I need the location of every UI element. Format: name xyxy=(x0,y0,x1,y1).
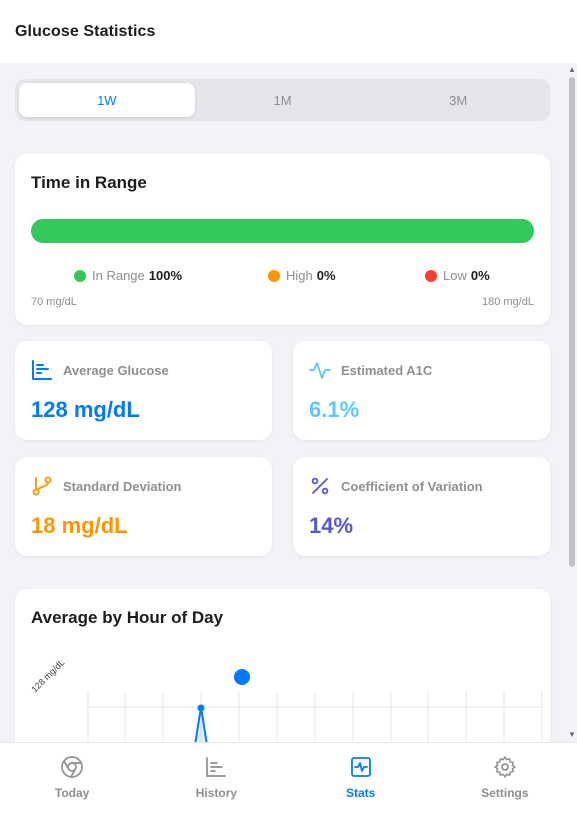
stat-card-estimated-a1c: Estimated A1C 6.1% xyxy=(293,341,550,440)
period-option-1w[interactable]: 1W xyxy=(19,83,195,117)
legend-in-range-label: In Range xyxy=(92,268,145,283)
stat-head: Standard Deviation xyxy=(31,475,181,497)
hourly-average-chart: 128 mg/dL xyxy=(29,657,543,742)
stats-content[interactable]: 1W 1M 3M Time in Range In Range 100% Hig… xyxy=(0,63,567,742)
page-title: Glucose Statistics xyxy=(15,22,156,40)
period-option-1m[interactable]: 1M xyxy=(195,83,371,117)
tab-label: Settings xyxy=(481,786,529,800)
legend-low: Low 0% xyxy=(425,268,490,283)
selected-point-marker[interactable] xyxy=(234,669,250,685)
time-in-range-card: Time in Range In Range 100% High 0% Low … xyxy=(15,154,550,325)
tab-bar: Today History Stats Settings xyxy=(0,742,577,827)
scrollbar[interactable]: ▲ ▼ xyxy=(567,63,577,742)
stat-card-standard-deviation: Standard Deviation 18 mg/dL xyxy=(15,457,272,556)
pulse-icon xyxy=(309,362,331,379)
legend-low-value: 0% xyxy=(470,268,490,283)
tab-history[interactable]: History xyxy=(144,743,288,827)
stat-head: Estimated A1C xyxy=(309,359,432,381)
tab-label: History xyxy=(195,786,238,800)
scroll-up-icon[interactable]: ▲ xyxy=(568,66,576,74)
legend-high-value: 0% xyxy=(316,268,336,283)
period-option-3m[interactable]: 3M xyxy=(370,83,546,117)
in-range-dot-icon xyxy=(74,269,86,282)
stat-value: 18 mg/dL xyxy=(31,513,128,538)
stat-label: Coefficient of Variation xyxy=(341,478,483,494)
tab-stats[interactable]: Stats xyxy=(289,743,433,827)
legend-in-range-value: 100% xyxy=(148,268,183,283)
history-chart-icon xyxy=(206,757,227,777)
period-selector: 1W 1M 3M xyxy=(15,79,550,121)
data-point xyxy=(197,704,205,712)
time-in-range-bar xyxy=(31,219,534,243)
high-dot-icon xyxy=(268,269,280,282)
percent-icon xyxy=(311,477,329,495)
legend-high: High 0% xyxy=(268,268,336,283)
app-header: Glucose Statistics xyxy=(0,0,577,63)
stat-card-coefficient-of-variation: Coefficient of Variation 14% xyxy=(293,457,550,556)
legend-low-label: Low xyxy=(443,268,467,283)
time-in-range-title: Time in Range xyxy=(31,173,147,192)
scroll-down-icon[interactable]: ▼ xyxy=(568,731,576,739)
y-tick-label: 128 mg/dL xyxy=(29,657,66,694)
tab-label: Stats xyxy=(345,786,376,800)
range-max-label: 180 mg/dL xyxy=(482,296,534,308)
stat-label: Average Glucose xyxy=(63,362,169,378)
scroll-thumb[interactable] xyxy=(569,77,575,567)
branch-icon xyxy=(32,476,52,496)
activity-square-icon xyxy=(350,757,371,777)
range-min-label: 70 mg/dL xyxy=(31,296,77,308)
tab-label: Today xyxy=(54,786,90,800)
chrome-icon xyxy=(61,756,83,778)
stat-value: 128 mg/dL xyxy=(31,397,140,422)
hourly-average-card: Average by Hour of Day 128 mg/dL xyxy=(15,589,550,742)
stat-head: Average Glucose xyxy=(31,359,169,381)
tab-today[interactable]: Today xyxy=(0,743,144,827)
stat-value: 14% xyxy=(309,513,354,538)
tab-settings[interactable]: Settings xyxy=(433,743,577,827)
bar-chart-icon xyxy=(32,360,52,380)
stat-label: Standard Deviation xyxy=(63,478,182,494)
low-dot-icon xyxy=(425,269,437,282)
stat-head: Coefficient of Variation xyxy=(309,475,483,497)
legend-high-label: High xyxy=(286,268,313,283)
stat-label: Estimated A1C xyxy=(341,362,433,378)
legend-in-range: In Range 100% xyxy=(74,268,182,283)
stat-card-average-glucose: Average Glucose 128 mg/dL xyxy=(15,341,272,440)
stat-value: 6.1% xyxy=(309,397,360,422)
gear-icon xyxy=(494,756,516,778)
chart-grid xyxy=(87,692,543,742)
